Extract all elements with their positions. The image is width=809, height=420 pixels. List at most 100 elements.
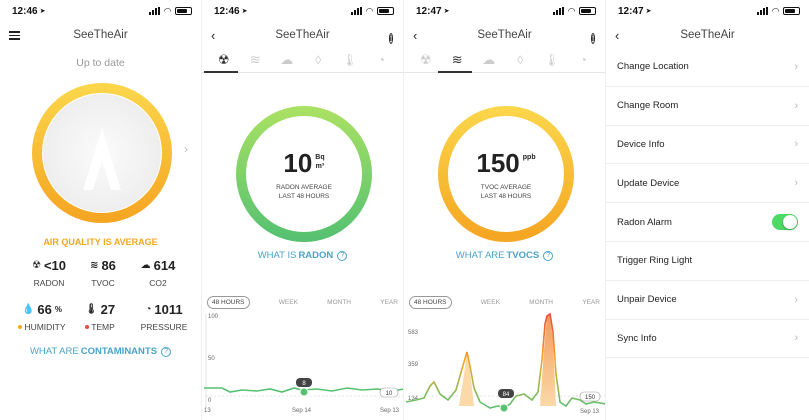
location-arrow-icon: ➤	[241, 8, 248, 15]
app-title: SeeTheAir	[73, 29, 128, 41]
thermometer-icon: 🌡	[84, 304, 98, 315]
nav-bar: SeeTheAir	[0, 24, 201, 46]
battery-icon	[783, 7, 800, 15]
settings-screen: 12:47 ➤ ◠ ‹ SeeTheAir Change Location › Ch…	[605, 0, 809, 420]
settings-row-device-info[interactable]: Device Info ›	[606, 126, 809, 165]
sensor-tabs: ☢ ≋ ☁ ◊ 🌡 ◔	[404, 48, 605, 72]
tab-month[interactable]: MONTH	[327, 299, 351, 306]
cloud-icon: ☁	[140, 260, 151, 271]
active-tab-indicator	[204, 71, 238, 73]
chevron-right-icon: ›	[794, 138, 798, 151]
tab-humidity-icon[interactable]: ◊	[508, 50, 532, 70]
y-axis-label: 583	[408, 330, 419, 336]
metric-pressure[interactable]: ◔ 1011 PRESSURE	[134, 302, 194, 332]
y-axis-label: 359	[408, 362, 419, 368]
question-icon: ?	[543, 250, 554, 261]
tvoc-history-chart[interactable]: 583 359 134 84 150 Sep 13	[404, 310, 605, 420]
tab-48-hours[interactable]: 48 HOURS	[207, 296, 250, 309]
tab-radon-icon[interactable]: ☢	[212, 50, 236, 70]
air-quality-status: AIR QUALITY IS AVERAGE	[43, 237, 158, 247]
chevron-right-icon: ›	[794, 60, 798, 73]
metric-co2[interactable]: ☁ 614 CO2	[132, 258, 184, 288]
screens-container: 12:46 ➤ ◠ SeeTheAir Up to date › AIR QUA…	[0, 0, 809, 420]
tab-year[interactable]: YEAR	[582, 299, 600, 306]
what-are-contaminants-link[interactable]: WHAT ARE CONTAMINANTS ?	[0, 346, 201, 357]
tab-tvoc-icon[interactable]: ≋	[243, 50, 267, 70]
info-icon[interactable]: i	[388, 33, 393, 44]
dashboard-screen: 12:46 ➤ ◠ SeeTheAir Up to date › AIR QUA…	[0, 0, 201, 420]
temp-warning-dot	[85, 325, 90, 329]
metric-temp[interactable]: 🌡 27 TEMP	[80, 302, 120, 332]
settings-row-sync-info[interactable]: Sync Info ›	[606, 320, 809, 359]
tab-temp-icon[interactable]: 🌡	[540, 50, 564, 70]
time-range-tabs: 48 HOURS WEEK MONTH YEAR	[207, 296, 398, 309]
wifi-icon: ◠	[366, 5, 373, 16]
tab-radon-icon[interactable]: ☢	[414, 50, 438, 70]
settings-row-change-location[interactable]: Change Location ›	[606, 48, 809, 87]
location-arrow-icon: ➤	[39, 8, 46, 15]
wifi-icon: ◠	[568, 5, 575, 16]
chevron-right-icon: ›	[794, 332, 798, 345]
status-bar: 12:47 ➤ ◠	[606, 0, 809, 22]
tab-48-hours[interactable]: 48 HOURS	[409, 296, 452, 309]
status-time: 12:46	[214, 5, 240, 17]
status-bar: 12:46 ➤ ◠	[202, 0, 403, 22]
current-value-label: 10	[386, 391, 393, 397]
point-value-label: 84	[503, 392, 510, 398]
tab-pressure-icon[interactable]: ◔	[369, 50, 393, 70]
selected-point-marker	[499, 403, 509, 413]
app-title: SeeTheAir	[477, 29, 532, 41]
tvoc-average-value: 150	[476, 147, 520, 178]
question-icon: ?	[161, 346, 172, 357]
settings-row-unpair-device[interactable]: Unpair Device ›	[606, 281, 809, 320]
settings-row-trigger-ring-light[interactable]: Trigger Ring Light	[606, 242, 809, 281]
humidity-warning-dot	[18, 325, 23, 329]
wind-icon: ≋	[90, 260, 99, 271]
back-chevron-icon[interactable]: ‹	[413, 28, 417, 43]
x-axis-label: Sep 13	[380, 408, 400, 414]
tab-tvoc-icon[interactable]: ≋	[445, 50, 469, 70]
current-value-label: 150	[585, 395, 596, 401]
tab-humidity-icon[interactable]: ◊	[306, 50, 330, 70]
battery-icon	[377, 7, 394, 15]
tab-co2-icon[interactable]: ☁	[275, 50, 299, 70]
nav-bar: ‹ SeeTheAir i	[404, 24, 605, 46]
metric-humidity[interactable]: 💧 66% HUMIDITY	[14, 302, 70, 332]
tab-pressure-icon[interactable]: ◔	[571, 50, 595, 70]
hamburger-menu-icon[interactable]	[9, 31, 20, 40]
status-time: 12:46	[12, 5, 38, 17]
next-page-chevron-icon[interactable]: ›	[184, 142, 188, 156]
tab-year[interactable]: YEAR	[380, 299, 398, 306]
tab-temp-icon[interactable]: 🌡	[338, 50, 362, 70]
tab-week[interactable]: WEEK	[279, 299, 298, 306]
settings-row-radon-alarm: Radon Alarm	[606, 203, 809, 242]
back-chevron-icon[interactable]: ‹	[211, 28, 215, 43]
back-chevron-icon[interactable]: ‹	[615, 28, 619, 43]
info-icon[interactable]: i	[590, 33, 595, 44]
signal-icon	[757, 7, 769, 15]
settings-row-update-device[interactable]: Update Device ›	[606, 164, 809, 204]
radon-icon: ☢	[31, 260, 41, 271]
app-title: SeeTheAir	[680, 29, 735, 41]
tvoc-detail-screen: 12:47 ➤ ◠ ‹ SeeTheAir i ☢ ≋ ☁ ◊ 🌡 ◔ 150 …	[403, 0, 605, 420]
x-axis-label: 13	[204, 408, 211, 414]
settings-row-change-room[interactable]: Change Room ›	[606, 87, 809, 126]
y-axis-label: 50	[208, 356, 215, 362]
tab-month[interactable]: MONTH	[529, 299, 553, 306]
y-axis-label: 0	[208, 398, 212, 404]
metric-radon[interactable]: ☢ <10 RADON	[24, 258, 74, 288]
radon-alarm-toggle[interactable]	[772, 214, 798, 231]
tab-co2-icon[interactable]: ☁	[477, 50, 501, 70]
signal-icon	[553, 7, 565, 15]
x-axis-label: Sep 14	[292, 408, 312, 414]
location-arrow-icon: ➤	[645, 8, 652, 15]
droplet-icon: 💧	[21, 304, 35, 315]
chevron-right-icon: ›	[794, 177, 798, 190]
what-is-radon-link[interactable]: WHAT IS RADON ?	[202, 250, 403, 261]
air-quality-gauge[interactable]	[31, 82, 173, 224]
status-bar: 12:47 ➤ ◠	[404, 0, 605, 22]
what-are-tvocs-link[interactable]: WHAT ARE TVOCS ?	[404, 250, 605, 261]
tab-week[interactable]: WEEK	[481, 299, 500, 306]
metric-tvoc[interactable]: ≋ 86 TVOC	[80, 258, 126, 288]
radon-history-chart[interactable]: 100 50 0 8 10 13 Sep 14 Sep 13	[202, 310, 403, 420]
